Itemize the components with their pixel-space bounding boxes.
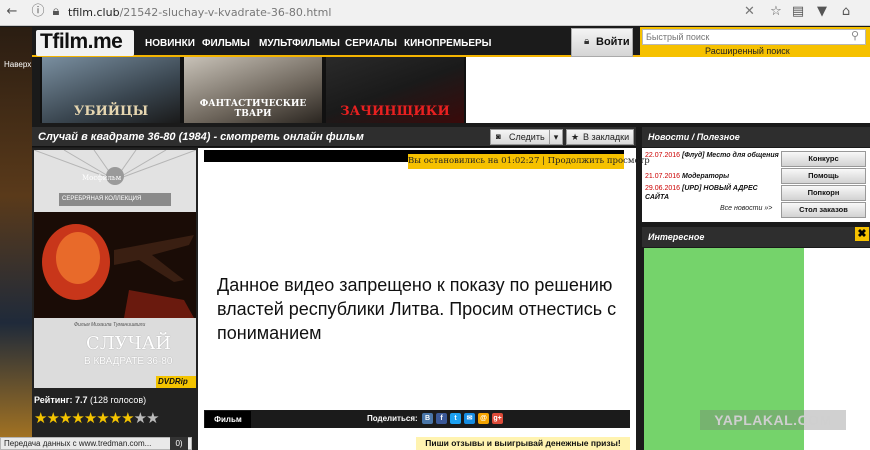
poster-title-sub: В КВАДРАТЕ 36-80 (84, 356, 173, 367)
lock-icon: 🔒︎ (52, 4, 60, 19)
news-item[interactable]: 21.07.2016 Модераторы (645, 172, 779, 181)
menu-item-series[interactable]: СЕРИАЛЫ (345, 38, 397, 49)
browser-status-bar: Передача данных с www.tredman.com... (0, 437, 192, 450)
back-icon[interactable]: ← (4, 4, 20, 20)
news-text: Модераторы (682, 173, 730, 180)
share-label: Поделиться: (367, 414, 418, 423)
watermark: YAPLAKAL.COM (700, 410, 846, 430)
mail-share-icon[interactable]: ✉ (464, 413, 475, 424)
blocked-message: Данное видео запрещено к показу по решен… (217, 275, 617, 343)
info-icon[interactable]: ⓘ (30, 4, 46, 20)
star-empty-icon[interactable]: ★ (134, 409, 147, 427)
star-icon: ★ (571, 132, 580, 142)
banner-assassins[interactable]: УБИЙЦЫ (42, 57, 180, 123)
menu-item-premieres[interactable]: КИНОПРЕМЬЕРЫ (404, 38, 491, 49)
resume-playback-link[interactable]: Вы остановились на 01:02:27 | Продолжить… (408, 154, 650, 169)
star-icon[interactable]: ☆ (768, 4, 784, 20)
page-title: Случай в квадрате 36-80 (1984) - смотрет… (38, 131, 364, 143)
poster-collection: СЕРЕБРЯНАЯ КОЛЛЕКЦИЯ (62, 196, 142, 202)
site-background (0, 27, 32, 450)
bookmark-button[interactable]: ★ В закладки (566, 129, 634, 145)
count-badge: 0) (170, 437, 188, 450)
poster-studio: Мосфильм (82, 174, 122, 182)
star-filled-icon[interactable]: ★ (84, 409, 97, 427)
home-icon[interactable]: ⌂ (838, 4, 854, 20)
star-filled-icon[interactable]: ★ (46, 409, 59, 427)
search-input[interactable] (642, 29, 866, 45)
star-empty-icon[interactable]: ★ (146, 409, 159, 427)
contest-button[interactable]: Конкурс (781, 151, 866, 167)
star-filled-icon[interactable]: ★ (34, 409, 47, 427)
star-filled-icon[interactable]: ★ (71, 409, 84, 427)
star-filled-icon[interactable]: ★ (59, 409, 72, 427)
all-news-link[interactable]: Все новости »> (720, 205, 772, 212)
poster-director: Фильм Михаила Туманишвили (74, 322, 146, 328)
news-item[interactable]: 29.06.2016 [UPD] НОВЫЙ АДРЕС САЙТА (645, 184, 779, 202)
twitter-share-icon[interactable]: t (450, 413, 461, 424)
poster-title-main: СЛУЧАЙ (86, 333, 172, 354)
follow-dropdown[interactable]: ▾ (549, 129, 563, 145)
logo-text: Tfilm.me (40, 30, 123, 53)
lock-icon: 🔒︎ (584, 36, 590, 47)
facebook-share-icon[interactable]: f (436, 413, 447, 424)
star-filled-icon[interactable]: ★ (109, 409, 122, 427)
rating-votes: (128 голосов) (89, 395, 147, 405)
news-date: 21.07.2016 (645, 173, 681, 180)
interest-title: Интересное (648, 232, 705, 242)
url-path: /21542-sluchay-v-kvadrate-36-80.html (119, 6, 332, 19)
news-date: 22.07.2016 (645, 152, 681, 159)
bookmark-label: В закладки (583, 132, 630, 142)
order-table-button[interactable]: Стол заказов (781, 202, 866, 218)
binoculars-icon: ◙ (496, 132, 501, 141)
advanced-search-link[interactable]: Расширенный поиск (705, 46, 790, 56)
login-button[interactable]: 🔒︎ Войти (571, 28, 633, 57)
popcorn-button[interactable]: Попкорн (781, 185, 866, 201)
news-title: Новости / Полезное (648, 132, 740, 142)
star-filled-icon[interactable]: ★ (121, 409, 134, 427)
reader-icon[interactable]: ▤ (790, 4, 806, 20)
banner-caption: УБИЙЦЫ (73, 104, 149, 119)
search-icon[interactable]: ⚲ (851, 29, 859, 42)
header-blank-area (466, 57, 870, 123)
banner-caption: ЗАЧИНЩИКИ (340, 104, 450, 119)
banner-fantastic-beasts[interactable]: ФАНТАСТИЧЕСКИЕ ТВАРИ (184, 57, 322, 123)
close-icon[interactable]: ✖ (855, 227, 869, 241)
rating-stars[interactable]: ★★★★★★★★★★ (34, 409, 160, 427)
poster-quality-badge: DVDRip (158, 377, 188, 386)
news-item[interactable]: 22.07.2016 [Флуд] Место для общения (645, 151, 779, 160)
login-label: Войти (596, 36, 630, 48)
at-share-icon[interactable]: @ (478, 413, 489, 424)
menu-item-films[interactable]: ФИЛЬМЫ (202, 38, 250, 49)
google-plus-share-icon[interactable]: g+ (492, 413, 503, 424)
url-host: tfilm.club (68, 6, 120, 19)
star-filled-icon[interactable]: ★ (96, 409, 109, 427)
url-field[interactable]: tfilm.club/21542-sluchay-v-kvadrate-36-8… (68, 6, 331, 19)
rating-label: Рейтинг: 7.7 (34, 395, 88, 405)
back-to-top-link[interactable]: Наверх (4, 60, 31, 69)
news-text: [Флуд] Место для общения (682, 152, 779, 159)
rating-text: Рейтинг: 7.7 (128 голосов) (34, 395, 146, 405)
vk-share-icon[interactable]: В (422, 413, 433, 424)
help-button[interactable]: Помощь (781, 168, 866, 184)
banner-caption: ФАНТАСТИЧЕСКИЕ ТВАРИ (199, 99, 307, 119)
news-date: 29.06.2016 (645, 185, 681, 192)
follow-label: Следить (509, 132, 545, 142)
reviews-promo-link[interactable]: Пиши отзывы и выигрывай денежные призы! (416, 437, 630, 450)
pocket-icon[interactable]: ▼ (814, 4, 830, 20)
movie-poster[interactable]: Мосфильм СЕРЕБРЯНАЯ КОЛЛЕКЦИЯ Фильм Миха… (34, 150, 196, 388)
follow-button[interactable]: ◙ Следить (490, 129, 550, 145)
menu-item-novinki[interactable]: НОВИНКИ (145, 38, 195, 49)
chevron-down-icon: ▾ (553, 132, 559, 142)
menu-item-cartoons[interactable]: МУЛЬТФИЛЬМЫ (259, 38, 340, 49)
site-logo[interactable]: Tfilm.me (36, 30, 134, 56)
banner-masterminds[interactable]: ЗАЧИНЩИКИ (326, 57, 464, 123)
clear-url-icon[interactable]: ✕ (744, 4, 755, 19)
tab-film[interactable]: Фильм (205, 411, 251, 428)
